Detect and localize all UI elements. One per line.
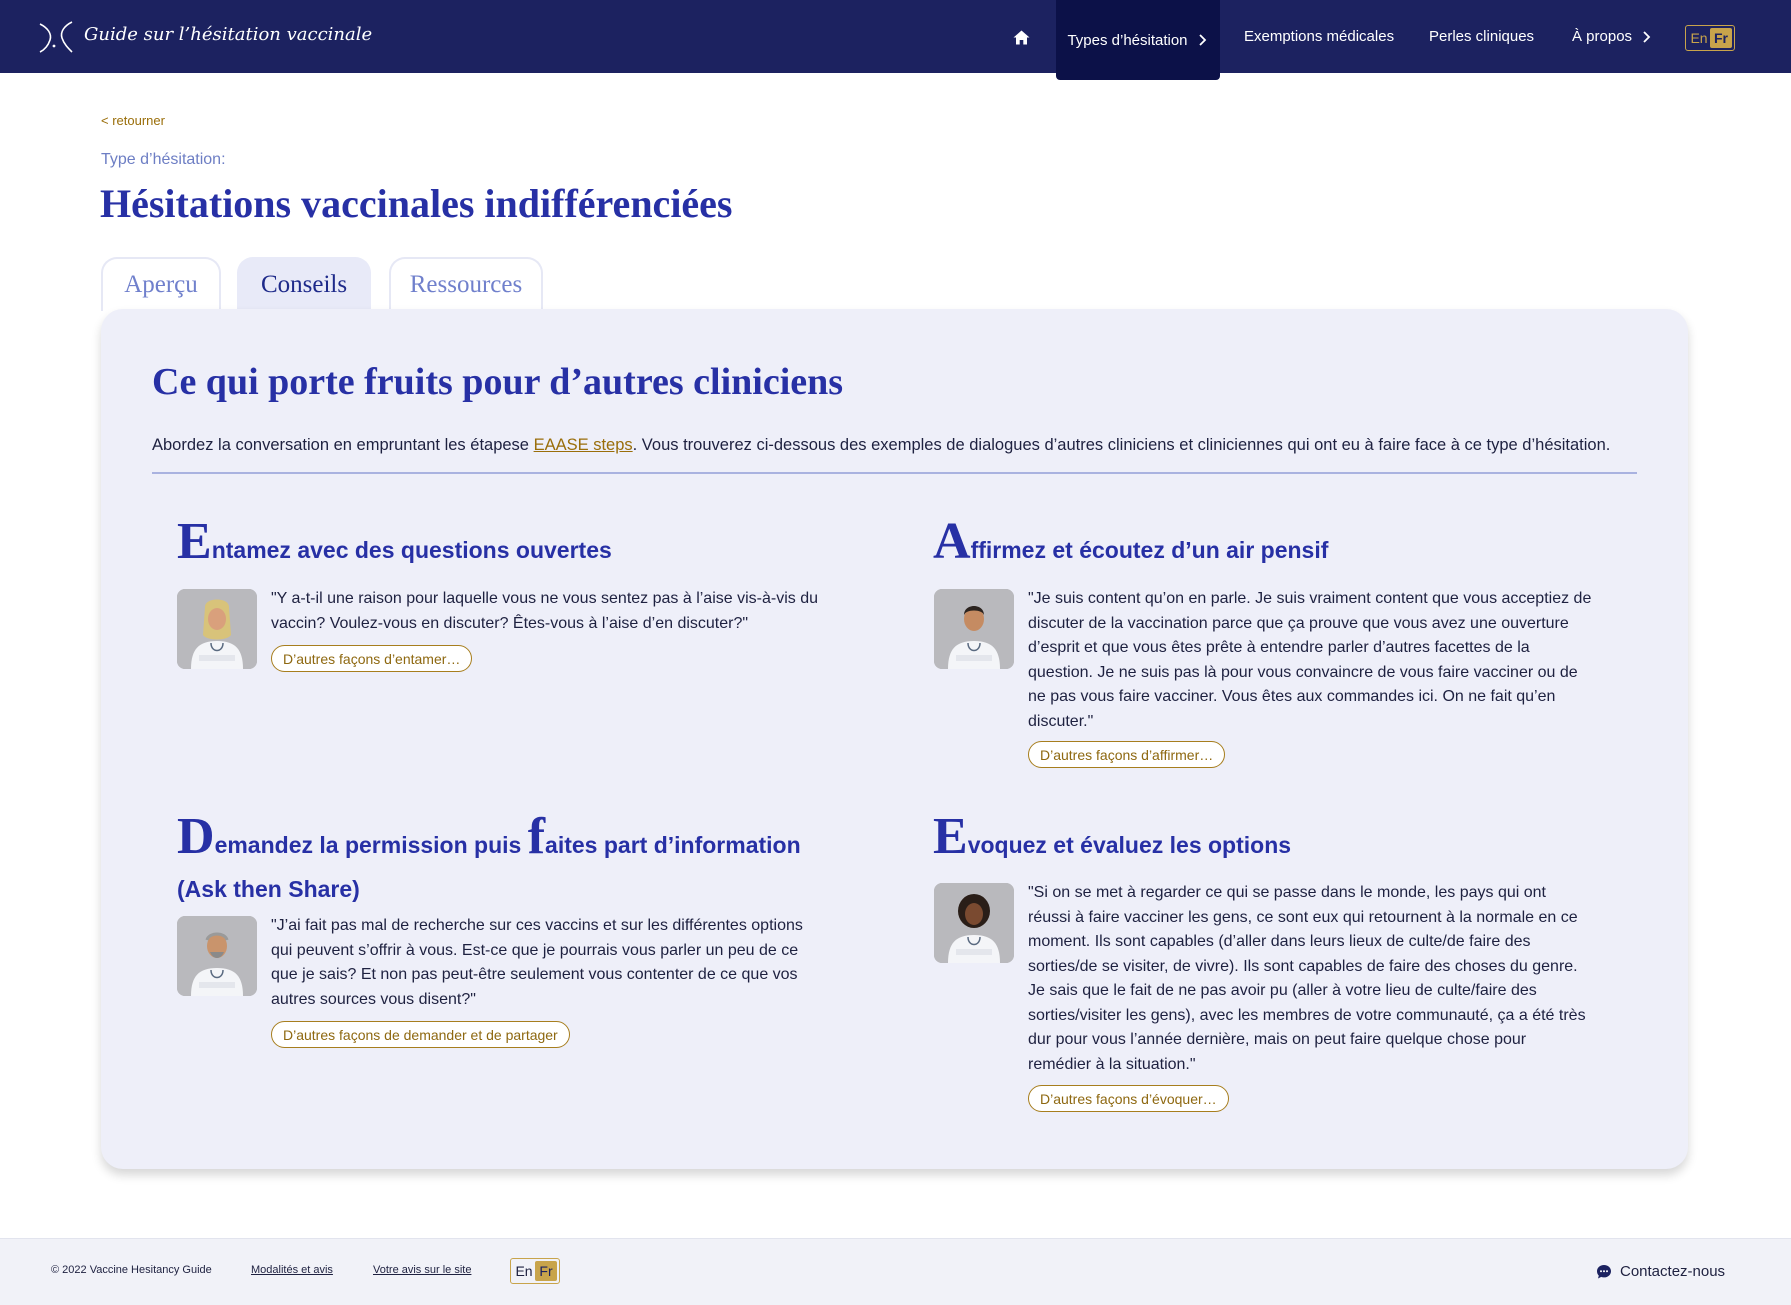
- clinician-avatar-illustration: [934, 589, 1014, 669]
- clinician-avatar-illustration: [934, 883, 1014, 963]
- clinician-hijab-avatar: [177, 589, 257, 669]
- hesitation-type-label: Type d’hésitation:: [101, 151, 226, 168]
- home-button[interactable]: [1006, 22, 1036, 52]
- nav-types-label: Types d’hésitation: [1067, 31, 1188, 49]
- step-affirmez-quote: "Je suis content qu’on en parle. Je suis…: [1028, 590, 1592, 730]
- more-ways-evoquer-button[interactable]: D’autres façons d’évoquer…: [1028, 1085, 1229, 1112]
- step-bold-a: A: [184, 876, 202, 902]
- tab-apercu[interactable]: Aperçu: [101, 257, 221, 311]
- tab-conseils[interactable]: Conseils: [237, 257, 371, 311]
- chevron-right-icon: [1643, 30, 1651, 43]
- clinician-female-avatar: [934, 883, 1014, 963]
- site-title[interactable]: Guide sur l’hésitation vaccinale: [84, 24, 372, 45]
- step-heading-text: voquez et évaluez les options: [967, 832, 1292, 858]
- footer-feedback-link[interactable]: Votre avis sur le site: [373, 1264, 471, 1276]
- step-demandez-heading: Demandez la permission puis faites part …: [177, 811, 837, 911]
- vaccine-guide-logo-icon[interactable]: [38, 20, 82, 54]
- lang-fr-button[interactable]: Fr: [1710, 28, 1732, 48]
- step-demandez-quote: "J’ai fait pas mal de recherche sur ces …: [271, 917, 803, 1008]
- clinician-older-male-avatar: [177, 916, 257, 996]
- lang-en-button[interactable]: En: [1688, 28, 1710, 48]
- nav-exemptions-medicales[interactable]: Exemptions médicales: [1244, 0, 1394, 73]
- divider: [152, 472, 1637, 474]
- more-ways-affirmer-button[interactable]: D’autres façons d’affirmer…: [1028, 741, 1226, 768]
- step-evoquez-heading: Evoquez et évaluez les options: [933, 811, 1292, 867]
- panel-title: Ce qui porte fruits pour d’autres clinic…: [152, 361, 844, 403]
- tab-ressources[interactable]: Ressources: [389, 257, 543, 311]
- step-heading-text: ntamez avec des questions ouvertes: [211, 537, 612, 563]
- chat-bubble-icon: [1597, 1264, 1611, 1278]
- step-affirmez-heading: Affirmez et écoutez d’un air pensif: [933, 516, 1329, 572]
- back-link[interactable]: < retourner: [101, 113, 165, 128]
- footer-copyright: © 2022 Vaccine Hesitancy Guide: [51, 1264, 212, 1276]
- step-heading-text: emandez la permission puis: [214, 832, 528, 858]
- nav-perles-label: Perles cliniques: [1429, 28, 1535, 45]
- more-ways-demander-button[interactable]: D’autres façons de demander et de partag…: [271, 1021, 570, 1048]
- nav-types-hesitation[interactable]: Types d’hésitation: [1056, 0, 1220, 80]
- step-initial: A: [933, 513, 971, 570]
- page-title: Hésitations vaccinales indifférenciées: [100, 181, 733, 226]
- footer-lang-fr-button[interactable]: Fr: [535, 1261, 557, 1281]
- nav-exemptions-label: Exemptions médicales: [1244, 28, 1395, 45]
- clinician-male-avatar: [934, 589, 1014, 669]
- footer-terms-link[interactable]: Modalités et avis: [251, 1264, 333, 1276]
- intro-after: . Vous trouverez ci-dessous des exemples…: [632, 436, 1611, 454]
- contact-label: Contactez-nous: [1620, 1263, 1726, 1280]
- footer-language-toggle: En Fr: [510, 1258, 560, 1284]
- step-entamez-heading: Entamez avec des questions ouvertes: [177, 516, 612, 572]
- eaase-steps-link[interactable]: EAASE steps: [534, 436, 633, 454]
- intro-before: Abordez la conversation en empruntant le…: [152, 436, 534, 454]
- step-initial: D: [177, 808, 215, 865]
- step-evoquez-quote: "Si on se met à regarder ce qui se passe…: [1028, 884, 1586, 1073]
- step-initial: E: [177, 513, 212, 570]
- contact-button[interactable]: Contactez-nous: [1596, 1263, 1725, 1280]
- nav-a-propos[interactable]: À propos: [1572, 0, 1653, 73]
- home-icon: [1013, 30, 1029, 44]
- more-ways-entamer-button[interactable]: D’autres façons d’entamer…: [271, 645, 473, 672]
- step-heading-text: hare): [303, 876, 360, 902]
- step-entamez-quote: "Y a-t-il une raison pour laquelle vous …: [271, 590, 819, 632]
- step-heading-text: sk then: [201, 876, 289, 902]
- step-heading-text: ffirmez et écoutez d’un air pensif: [970, 537, 1329, 563]
- language-toggle: En Fr: [1685, 25, 1735, 51]
- nav-apropos-label: À propos: [1572, 28, 1633, 45]
- step-initial-f: f: [527, 808, 546, 865]
- step-bold-s: S: [288, 876, 304, 902]
- chevron-right-icon: [1198, 34, 1206, 46]
- clinician-avatar-illustration: [177, 916, 257, 996]
- footer-lang-en-button[interactable]: En: [513, 1261, 535, 1281]
- intro-text: Abordez la conversation en empruntant le…: [152, 436, 1642, 455]
- nav-perles-cliniques[interactable]: Perles cliniques: [1429, 0, 1534, 73]
- top-navigation-bar: Guide sur l’hésitation vaccinale Types d…: [0, 0, 1791, 80]
- clinician-avatar-illustration: [177, 589, 257, 669]
- step-initial: E: [933, 808, 968, 865]
